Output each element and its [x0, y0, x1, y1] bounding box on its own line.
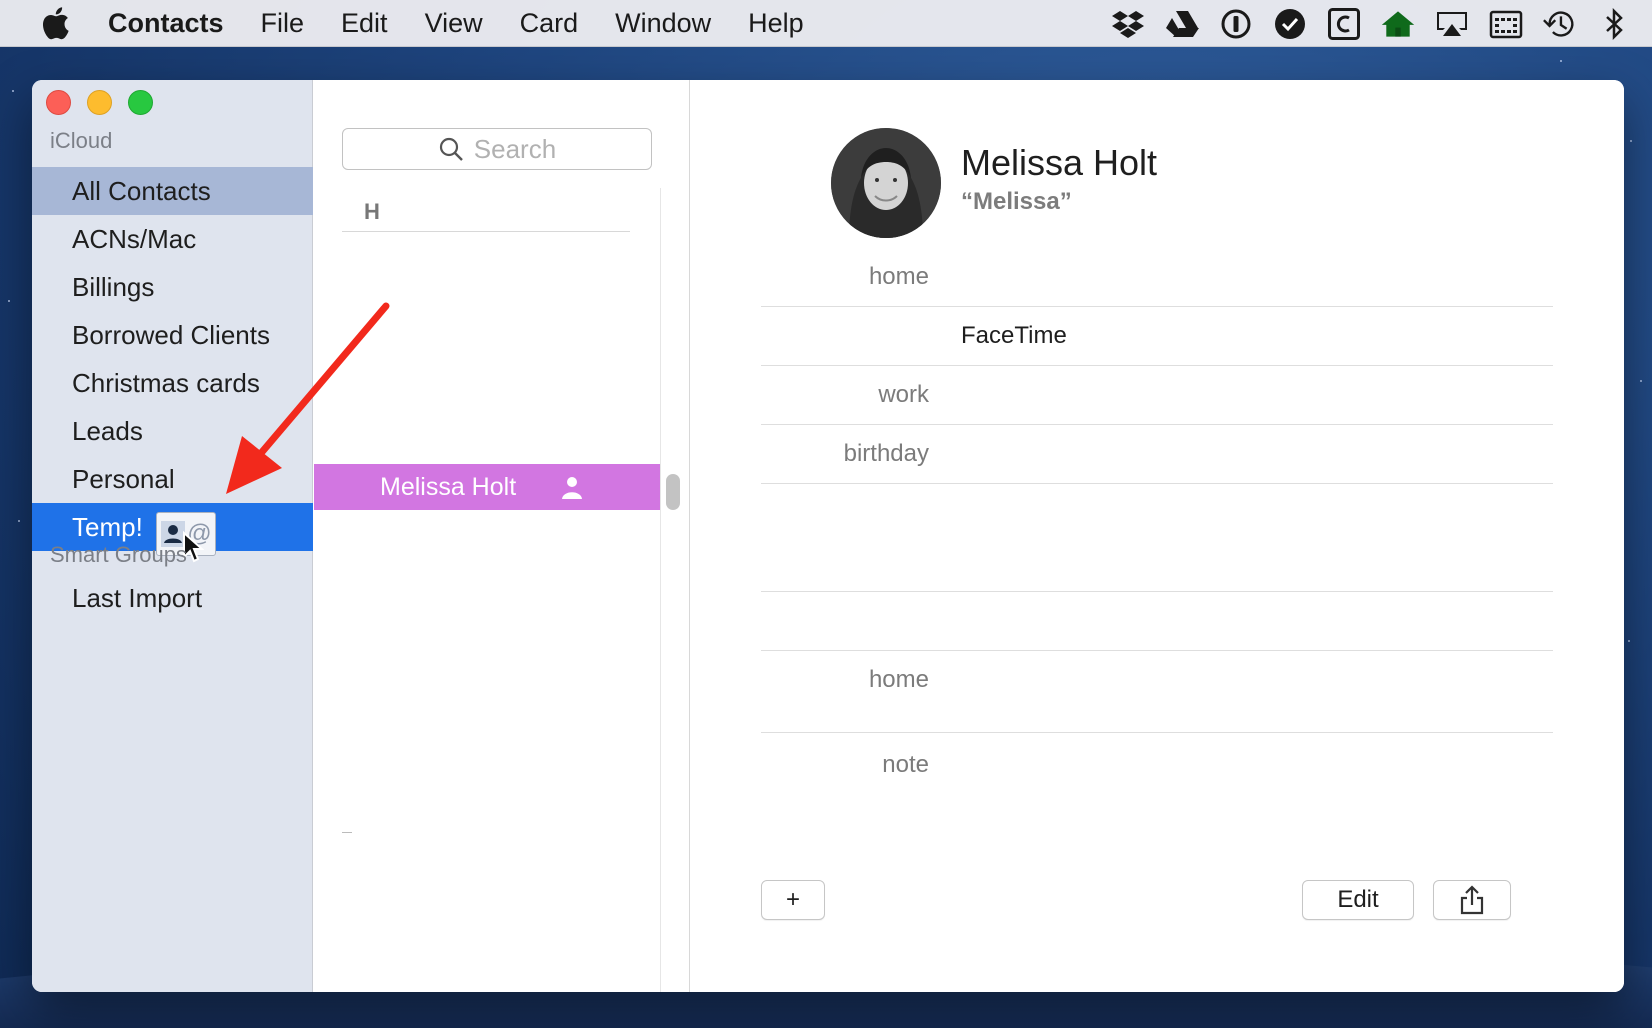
menu-card[interactable]: Card: [520, 8, 579, 39]
sidebar-item-label: Christmas cards: [72, 368, 260, 398]
field-label-home-address: home: [868, 666, 929, 693]
field-divider: [761, 306, 1553, 307]
sidebar-item-label: Leads: [72, 416, 143, 446]
google-drive-icon[interactable]: [1164, 8, 1200, 40]
list-mark: [342, 832, 352, 833]
sidebar-header-icloud: iCloud: [50, 128, 113, 153]
list-scrollbar[interactable]: [666, 474, 680, 510]
close-button[interactable]: [46, 90, 71, 115]
sidebar-item-label: Billings: [72, 272, 155, 302]
groups-sidebar: iCloud All Contacts ACNs/Mac Billings Bo…: [32, 80, 313, 992]
sidebar-item-label: Borrowed Clients: [72, 320, 270, 350]
contacts-window: iCloud All Contacts ACNs/Mac Billings Bo…: [32, 80, 1624, 992]
onepassword-icon[interactable]: [1218, 8, 1254, 40]
contact-list-column: Search H Melissa Holt: [314, 80, 690, 992]
my-card-person-icon: [562, 477, 582, 499]
c-box-icon[interactable]: [1326, 7, 1362, 40]
search-icon: [439, 137, 463, 161]
contact-full-name: Melissa Holt: [961, 142, 1158, 183]
field-divider: [761, 424, 1553, 425]
sidebar-item-label: Personal: [72, 464, 175, 494]
dropbox-icon[interactable]: [1110, 8, 1146, 40]
contact-avatar[interactable]: [831, 128, 941, 238]
field-divider: [761, 483, 1553, 484]
apple-menu-icon[interactable]: [40, 6, 74, 40]
field-value-facetime[interactable]: FaceTime: [961, 322, 1067, 350]
minimize-button[interactable]: [87, 90, 112, 115]
sidebar-header-smart-groups: Smart Groups: [50, 542, 187, 567]
sidebar-item-all-contacts[interactable]: All Contacts: [32, 167, 313, 215]
sidebar-item-borrowed-clients[interactable]: Borrowed Clients: [32, 311, 313, 359]
section-header-h: H: [342, 192, 630, 232]
share-icon: [1460, 885, 1484, 915]
menu-edit[interactable]: Edit: [341, 8, 388, 39]
search-placeholder: Search: [473, 133, 557, 164]
window-controls: [46, 90, 153, 115]
sidebar-item-acns-mac[interactable]: ACNs/Mac: [32, 215, 313, 263]
share-button[interactable]: [1433, 880, 1511, 920]
menu-app-contacts[interactable]: Contacts: [108, 8, 224, 39]
field-label-birthday: birthday: [843, 440, 929, 467]
sidebar-item-label: Temp!: [72, 512, 143, 542]
bluetooth-icon[interactable]: [1596, 7, 1632, 40]
contact-nickname: “Melissa”: [961, 188, 1072, 215]
sidebar-item-label: ACNs/Mac: [72, 224, 197, 254]
contact-detail-card: Melissa Holt “Melissa” home FaceTime wor…: [691, 80, 1624, 992]
field-divider: [761, 732, 1553, 733]
contact-row-melissa-holt[interactable]: Melissa Holt: [314, 464, 660, 510]
sidebar-item-christmas-cards[interactable]: Christmas cards: [32, 359, 313, 407]
field-label-note: note: [882, 751, 929, 778]
edit-button[interactable]: Edit: [1302, 880, 1414, 920]
field-divider: [761, 365, 1553, 366]
menu-view[interactable]: View: [425, 8, 483, 39]
house-icon[interactable]: [1380, 8, 1416, 40]
field-divider: [761, 650, 1553, 651]
field-label-home-phone: home: [868, 263, 929, 290]
sidebar-item-leads[interactable]: Leads: [32, 407, 313, 455]
menu-help[interactable]: Help: [748, 8, 804, 39]
calendar-grid-icon[interactable]: [1488, 8, 1524, 40]
list-divider: [660, 188, 661, 992]
search-field[interactable]: Search: [342, 128, 652, 170]
add-field-button[interactable]: +: [761, 880, 825, 920]
zoom-button[interactable]: [128, 90, 153, 115]
contact-name: Melissa Holt: [380, 473, 517, 501]
sidebar-item-last-import[interactable]: Last Import: [32, 574, 313, 622]
sidebar-item-personal[interactable]: Personal: [32, 455, 313, 503]
airplay-icon[interactable]: [1434, 8, 1470, 40]
field-divider: [761, 591, 1553, 592]
time-machine-icon[interactable]: [1542, 8, 1578, 40]
field-label-work: work: [878, 381, 929, 408]
sidebar-item-billings[interactable]: Billings: [32, 263, 313, 311]
sidebar-item-label: Last Import: [72, 583, 203, 613]
status-menu-icons: [1110, 0, 1632, 47]
sidebar-item-label: All Contacts: [72, 176, 211, 206]
menu-bar: Contacts File Edit View Card Window Help: [0, 0, 1652, 47]
menu-window[interactable]: Window: [615, 8, 711, 39]
menu-file[interactable]: File: [261, 8, 305, 39]
checkmark-circle-icon[interactable]: [1272, 8, 1308, 40]
